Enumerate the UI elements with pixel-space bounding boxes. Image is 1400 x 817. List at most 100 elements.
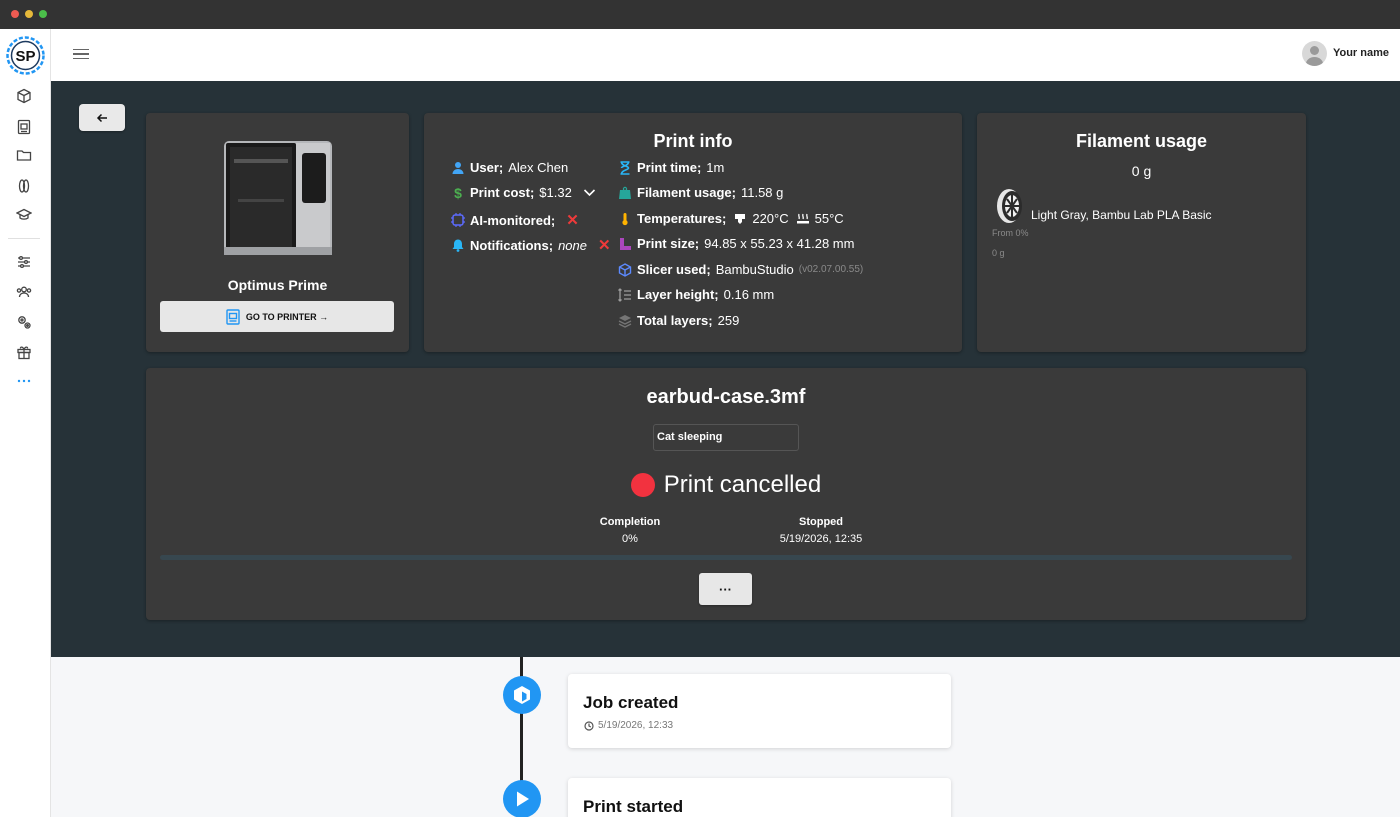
total-layers-label: Total layers;	[637, 313, 713, 328]
print-started-node-icon	[503, 780, 541, 817]
user-name: Your name	[1332, 47, 1389, 59]
info-layer-height: Layer height; 0.16 mm	[618, 287, 774, 302]
timeline-item-job-created: Job created 5/19/2026, 12:33	[568, 674, 951, 748]
filament-grams: 0 g	[992, 248, 1005, 258]
maximize-window-button[interactable]	[39, 10, 47, 18]
window-titlebar	[0, 0, 1400, 29]
user-value: Alex Chen	[508, 160, 569, 175]
filament-from: From 0%	[992, 228, 1029, 238]
total-layers-value: 259	[717, 313, 740, 328]
info-notifications: Notifications; none ✕	[451, 236, 611, 254]
thermometer-icon	[618, 212, 632, 226]
menu-toggle-icon[interactable]	[73, 44, 89, 64]
weight-icon	[618, 186, 632, 200]
hourglass-icon	[618, 160, 632, 175]
job-filename: earbud-case.3mf	[646, 386, 806, 408]
print-size-value: 94.85 x 55.23 x 41.28 mm	[704, 236, 855, 251]
more-actions-button[interactable]: ···	[699, 573, 752, 605]
chevron-down-icon[interactable]	[583, 188, 596, 197]
gears-icon[interactable]	[15, 313, 33, 331]
filament-usage-value: 11.58 g	[740, 185, 784, 200]
printer-card: Optimus Prime GO TO PRINTER →	[146, 113, 409, 352]
sidebar: SP	[0, 29, 51, 817]
ai-chip-icon	[451, 213, 465, 227]
notifications-disabled-x-icon: ✕	[597, 237, 611, 254]
info-temperatures: Temperatures; 220°C 55°C	[618, 211, 844, 226]
filament-spool-icon[interactable]	[15, 177, 33, 195]
cube-icon	[618, 262, 632, 277]
info-total-layers: Total layers; 259	[618, 313, 739, 328]
timeline-item-time-value: 5/19/2026, 12:33	[598, 720, 674, 731]
timeline-item-title: Job created	[583, 693, 679, 712]
arrow-left-icon	[96, 113, 107, 122]
slicer-version: (v02.07.00.55)	[798, 264, 864, 275]
timeline-item-time: 5/19/2026, 12:33	[584, 720, 673, 731]
print-time-value: 1m	[706, 160, 725, 175]
job-card: earbud-case.3mf Cat sleeping Print cance…	[146, 368, 1306, 620]
cost-label: Print cost;	[470, 185, 535, 200]
info-cost: $ Print cost; $1.32	[451, 184, 596, 201]
ai-disabled-x-icon: ✕	[566, 212, 579, 229]
cost-value: $1.32	[539, 185, 572, 200]
filament-name: Light Gray, Bambu Lab PLA Basic	[1031, 208, 1212, 222]
info-filament-usage: Filament usage; 11.58 g	[618, 185, 783, 200]
go-to-printer-label: GO TO PRINTER →	[245, 311, 329, 322]
cube-icon[interactable]	[15, 87, 33, 105]
minimize-window-button[interactable]	[25, 10, 33, 18]
printer-icon[interactable]	[15, 118, 33, 136]
sidebar-divider	[8, 238, 40, 239]
status-indicator	[630, 473, 655, 497]
job-note-field[interactable]: Cat sleeping	[653, 424, 799, 451]
completion-value: 0%	[622, 533, 638, 545]
back-button[interactable]	[79, 104, 125, 131]
user-icon	[451, 161, 465, 175]
slicer-value: BambuStudio	[715, 262, 794, 277]
heated-bed-icon	[796, 212, 810, 226]
ruler-icon	[618, 237, 632, 251]
users-icon[interactable]	[15, 283, 33, 301]
progress-bar	[160, 555, 1292, 560]
nozzle-temp-value: 220°C	[752, 211, 789, 226]
completion-label: Completion	[599, 516, 661, 528]
printer-icon	[226, 308, 240, 325]
close-window-button[interactable]	[11, 10, 19, 18]
bed-temp-value: 55°C	[814, 211, 844, 226]
dollar-icon: $	[454, 184, 462, 201]
stopped-stat: Stopped 5/19/2026, 12:35	[756, 516, 886, 545]
layers-icon	[618, 314, 632, 328]
status-text: Print cancelled	[663, 471, 822, 498]
user-label: User;	[470, 160, 504, 175]
gift-icon[interactable]	[15, 343, 33, 361]
filament-usage-label: Filament usage;	[637, 185, 736, 200]
info-user: User; Alex Chen	[451, 160, 568, 175]
job-status: Print cancelled	[146, 471, 1306, 499]
printer-image	[224, 141, 332, 255]
info-print-time: Print time; 1m	[618, 160, 724, 175]
notifications-label: Notifications;	[470, 237, 554, 253]
folder-icon[interactable]	[15, 146, 33, 164]
stopped-label: Stopped	[799, 516, 843, 528]
more-dots-icon[interactable]	[15, 372, 33, 390]
print-detail-panel: Optimus Prime GO TO PRINTER → Print info…	[51, 81, 1400, 657]
graduation-cap-icon[interactable]	[15, 206, 33, 224]
app-logo[interactable]: SP	[6, 36, 45, 75]
filament-usage-card: Filament usage 0 g Light Gray, Bambu Lab…	[977, 113, 1306, 352]
layer-height-value: 0.16 mm	[723, 287, 775, 302]
filament-total: 0 g	[1131, 163, 1152, 179]
print-info-title: Print info	[653, 131, 733, 151]
job-created-node-icon	[503, 676, 541, 714]
clock-icon	[584, 720, 594, 731]
timeline-item-title: Print started	[583, 797, 684, 816]
print-size-label: Print size;	[637, 236, 700, 251]
go-to-printer-button[interactable]: GO TO PRINTER →	[160, 301, 394, 332]
nozzle-icon	[733, 212, 747, 226]
info-print-size: Print size; 94.85 x 55.23 x 41.28 mm	[618, 236, 854, 251]
user-menu[interactable]: Your name	[1301, 39, 1389, 67]
slicer-label: Slicer used;	[637, 262, 711, 277]
sliders-icon[interactable]	[15, 253, 33, 271]
svg-text:SP: SP	[15, 48, 35, 65]
print-info-card: Print info User; Alex Chen $ Print cost;…	[424, 113, 962, 352]
top-bar: Your name	[51, 29, 1400, 81]
print-time-label: Print time;	[637, 160, 702, 175]
stopped-value: 5/19/2026, 12:35	[779, 533, 863, 545]
